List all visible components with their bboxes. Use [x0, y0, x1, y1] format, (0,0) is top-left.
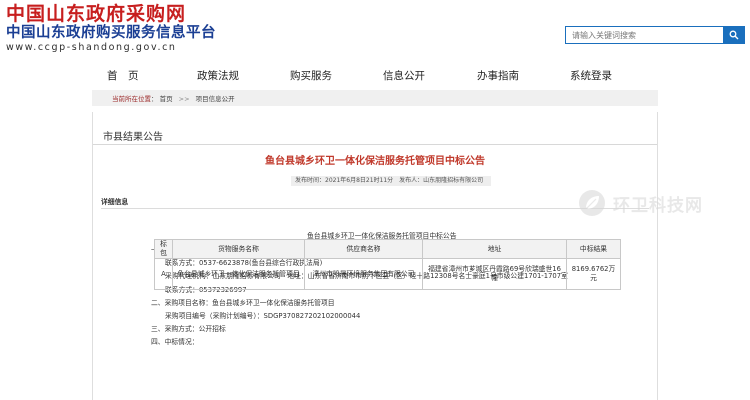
- breadcrumb-separator: >>: [178, 95, 190, 103]
- main-nav: 首 页 政策法规 购买服务 信息公开 办事指南 系统登录: [0, 64, 750, 86]
- cell-name: 鱼台县城乡环卫一体化保洁服务托管项目: [172, 258, 305, 290]
- col-supplier: 供应商名称: [304, 239, 423, 259]
- site-logo[interactable]: 中国山东政府采购网 中国山东政府购买服务信息平台 www.ccgp-shando…: [6, 4, 266, 54]
- panel-title: 市县结果公告: [103, 132, 163, 143]
- nav-home[interactable]: 首 页: [107, 68, 139, 83]
- site-watermark: 环卫科技网: [577, 186, 749, 220]
- cell-lot: A: [154, 258, 173, 290]
- breadcrumb-home-link[interactable]: 首页: [160, 95, 173, 103]
- detail-divider: [101, 208, 649, 209]
- nav-purchase-services[interactable]: 购买服务: [290, 68, 332, 83]
- award-status-line: 四、中标情况：: [151, 338, 199, 346]
- publish-meta: 发布时间：2021年6月8日21时11分 发布人：山东朋隆招标有限公司: [291, 176, 491, 186]
- logo-title: 中国山东政府采购网: [6, 3, 187, 25]
- breadcrumb-trail: 当前所在位置： 首页 >> 项目信息公开: [112, 93, 235, 103]
- panel-divider: [93, 144, 657, 145]
- breadcrumb-current-label: 当前所在位置: [112, 95, 151, 103]
- nav-policy[interactable]: 政策法规: [197, 68, 239, 83]
- project-number-line: 采购项目编号（采购计划编号）：SDGP370827202102000044: [165, 312, 361, 320]
- leaf-logo-icon: [579, 190, 605, 216]
- table-row: A 鱼台县城乡环卫一体化保洁服务托管项目 漳州市凯晟环境服务集团有限公司 福建省…: [154, 258, 621, 290]
- search-box: [565, 26, 745, 44]
- nav-guide[interactable]: 办事指南: [477, 68, 519, 83]
- breadcrumb: 当前所在位置： 首页 >> 项目信息公开: [92, 90, 658, 106]
- col-address: 地址: [422, 239, 567, 259]
- watermark-text: 环卫科技网: [613, 195, 703, 216]
- cell-address: 福建省漳州市芗城区丹霞路69号欣瑞盛世16幢: [422, 258, 567, 290]
- table-header-row: 标包 货物服务名称 供应商名称 地址 中标结果: [154, 239, 621, 259]
- search-icon: [729, 30, 738, 40]
- site-header: 中国山东政府采购网 中国山东政府购买服务信息平台 www.ccgp-shando…: [0, 0, 750, 62]
- breadcrumb-colon: ：: [151, 95, 158, 103]
- cell-supplier: 漳州市凯晟环境服务集团有限公司: [304, 258, 423, 290]
- search-input[interactable]: [566, 27, 724, 43]
- logo-subtitle: 中国山东政府购买服务信息平台: [6, 24, 216, 41]
- project-name-line: 二、采购项目名称：鱼台县城乡环卫一体化保洁服务托管项目: [151, 299, 335, 307]
- search-button[interactable]: [723, 27, 744, 43]
- breadcrumb-section-link[interactable]: 项目信息公开: [196, 95, 235, 103]
- detail-heading: 详细信息: [101, 198, 129, 206]
- cell-price: 8169.6762万元: [566, 258, 621, 290]
- nav-info-disclosure[interactable]: 信息公开: [383, 68, 425, 83]
- logo-url: www.ccgp-shandong.gov.cn: [6, 42, 177, 53]
- procurement-method-line: 三、采购方式：公开招标: [151, 325, 226, 333]
- col-price: 中标结果: [566, 239, 621, 259]
- col-lot: 标包: [154, 239, 173, 259]
- announcement-title: 鱼台县城乡环卫一体化保洁服务托管项目中标公告: [265, 156, 485, 167]
- col-name: 货物服务名称: [172, 239, 305, 259]
- award-table: 标包 货物服务名称 供应商名称 地址 中标结果 A 鱼台县城乡环卫一体化保洁服务…: [154, 239, 621, 290]
- nav-login[interactable]: 系统登录: [570, 68, 612, 83]
